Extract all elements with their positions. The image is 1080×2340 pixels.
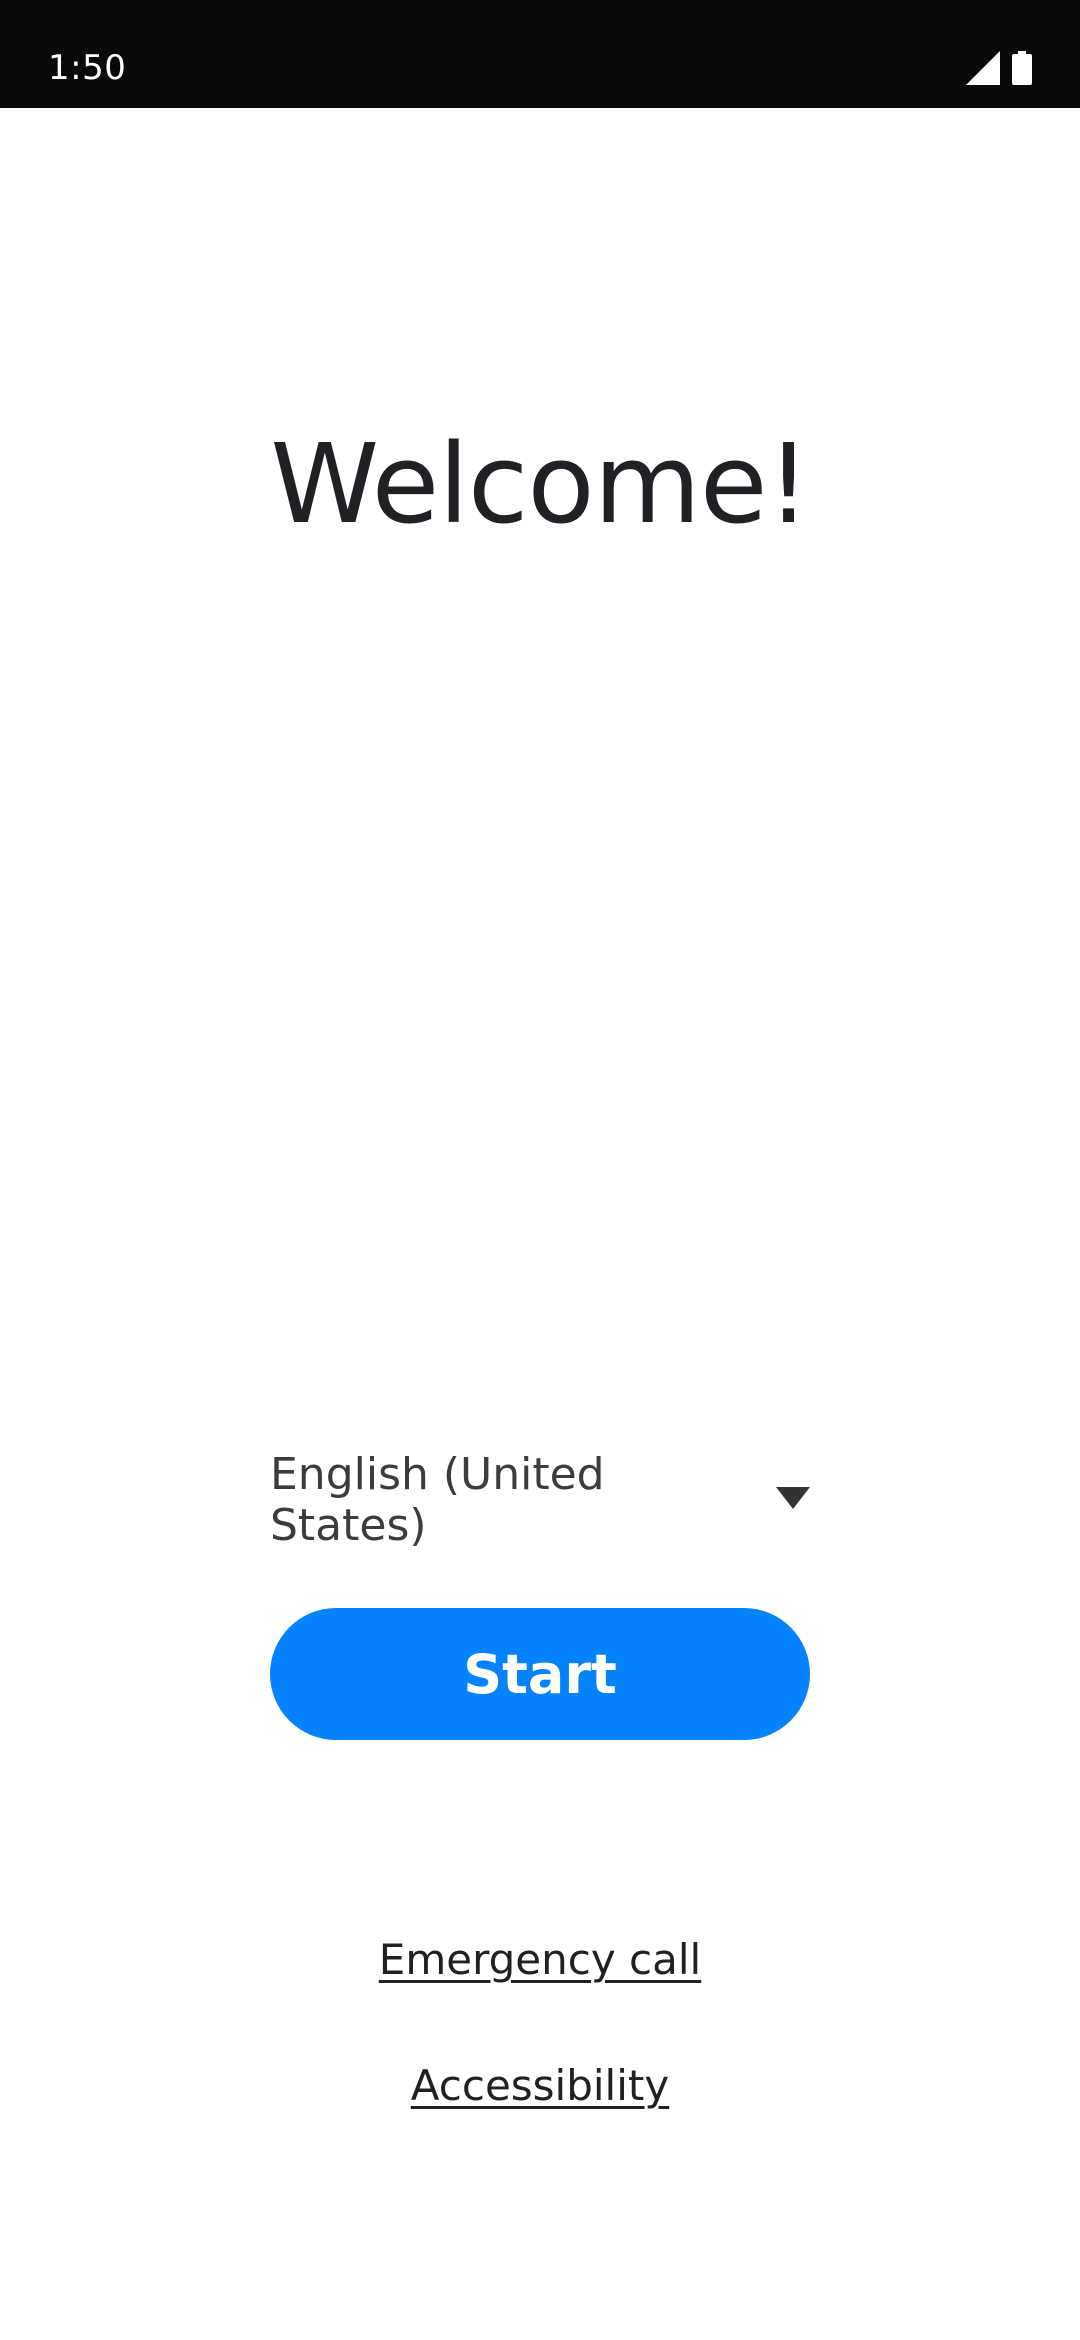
language-selected-label: English (United States) [270,1449,605,1551]
dropdown-arrow-icon [776,1486,810,1514]
accessibility-label[interactable]: Accessibility [411,2061,669,2110]
cellular-signal-icon [966,51,1000,85]
page-title: Welcome! [270,420,810,548]
status-time: 1:50 [48,48,127,88]
language-selector[interactable]: English (United States) [270,1449,810,1551]
status-bar: 1:50 [0,0,1080,108]
accessibility-link[interactable]: Accessibility [0,2061,1080,2110]
emergency-call-link[interactable]: Emergency call [0,1935,1080,1984]
battery-icon [1012,51,1032,85]
status-icons [966,50,1032,86]
start-button[interactable]: Start [270,1608,810,1740]
emergency-call-label[interactable]: Emergency call [379,1935,701,1984]
